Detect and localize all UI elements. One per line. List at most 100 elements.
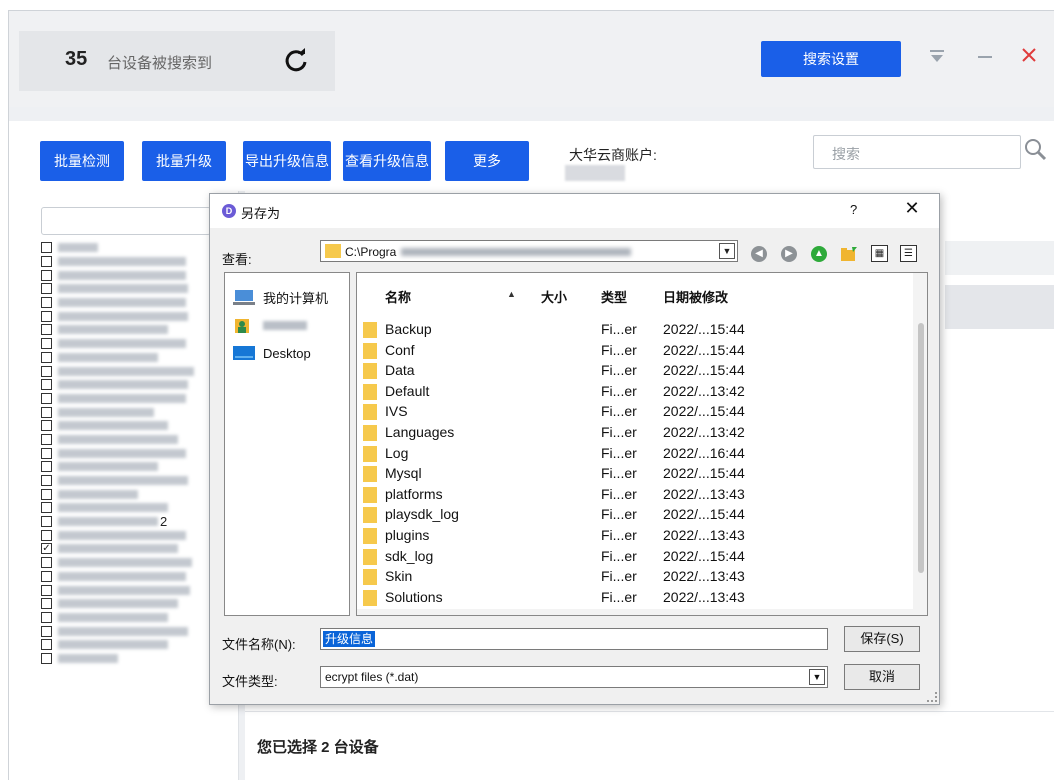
up-folder-icon[interactable]: ▲ bbox=[811, 246, 827, 262]
file-row[interactable]: Mysql Fi...er 2022/...15:44 bbox=[357, 463, 917, 484]
device-row[interactable] bbox=[41, 487, 231, 501]
device-row[interactable] bbox=[41, 337, 231, 351]
file-row[interactable]: Log Fi...er 2022/...16:44 bbox=[357, 443, 917, 464]
device-row[interactable] bbox=[41, 570, 231, 584]
device-row[interactable] bbox=[41, 460, 231, 474]
chevron-down-icon[interactable]: ▼ bbox=[719, 243, 735, 259]
resize-grip-icon[interactable] bbox=[927, 692, 937, 702]
detail-view-icon[interactable]: ☰ bbox=[900, 245, 917, 262]
device-checkbox[interactable] bbox=[41, 406, 52, 418]
device-checkbox[interactable] bbox=[41, 283, 52, 295]
search-icon[interactable] bbox=[1023, 137, 1047, 161]
device-checkbox[interactable] bbox=[41, 351, 52, 363]
device-row[interactable] bbox=[41, 474, 231, 488]
list-view-icon[interactable]: ▦ bbox=[871, 245, 888, 262]
device-checkbox[interactable] bbox=[41, 598, 52, 610]
device-checkbox[interactable] bbox=[41, 475, 52, 487]
device-checkbox[interactable] bbox=[41, 310, 52, 322]
device-checkbox[interactable] bbox=[41, 639, 52, 651]
file-row[interactable]: Backup Fi...er 2022/...15:44 bbox=[357, 319, 917, 340]
back-icon[interactable]: ◀ bbox=[751, 246, 767, 262]
new-folder-icon[interactable] bbox=[840, 246, 857, 262]
cancel-button[interactable]: 取消 bbox=[844, 664, 920, 690]
device-checkbox[interactable] bbox=[41, 529, 52, 541]
device-checkbox[interactable] bbox=[41, 461, 52, 473]
device-row[interactable]: ✓ bbox=[41, 542, 231, 556]
place-desktop[interactable]: Desktop bbox=[233, 341, 311, 365]
place-user[interactable] bbox=[233, 313, 307, 337]
device-row[interactable] bbox=[41, 652, 231, 666]
forward-icon[interactable]: ▶ bbox=[781, 246, 797, 262]
device-checkbox[interactable] bbox=[41, 365, 52, 377]
device-checkbox[interactable] bbox=[41, 256, 52, 268]
device-row[interactable] bbox=[41, 241, 231, 255]
device-row[interactable] bbox=[41, 419, 231, 433]
device-checkbox[interactable] bbox=[41, 557, 52, 569]
device-row[interactable] bbox=[41, 309, 231, 323]
view-upgrade-info-button[interactable]: 查看升级信息 bbox=[343, 141, 431, 181]
file-row[interactable]: playsdk_log Fi...er 2022/...15:44 bbox=[357, 504, 917, 525]
device-checkbox[interactable] bbox=[41, 324, 52, 336]
dropdown-menu-icon[interactable] bbox=[923, 43, 951, 71]
save-button[interactable]: 保存(S) bbox=[844, 626, 920, 652]
device-row[interactable] bbox=[41, 282, 231, 296]
device-row[interactable] bbox=[41, 611, 231, 625]
device-checkbox[interactable]: ✓ bbox=[41, 543, 52, 555]
device-row[interactable] bbox=[41, 392, 231, 406]
device-row[interactable] bbox=[41, 597, 231, 611]
selected-row-strip[interactable] bbox=[945, 285, 1054, 329]
device-row[interactable] bbox=[41, 351, 231, 365]
device-row[interactable] bbox=[41, 583, 231, 597]
column-header-size[interactable]: 大小 bbox=[541, 287, 567, 306]
device-checkbox[interactable] bbox=[41, 420, 52, 432]
device-row[interactable] bbox=[41, 433, 231, 447]
file-row[interactable]: Data Fi...er 2022/...15:44 bbox=[357, 360, 917, 381]
device-checkbox[interactable] bbox=[41, 652, 52, 664]
device-checkbox[interactable] bbox=[41, 488, 52, 500]
device-checkbox[interactable] bbox=[41, 242, 52, 254]
device-checkbox[interactable] bbox=[41, 611, 52, 623]
device-checkbox[interactable] bbox=[41, 297, 52, 309]
device-row[interactable] bbox=[41, 378, 231, 392]
refresh-icon[interactable] bbox=[281, 45, 311, 75]
device-row[interactable] bbox=[41, 268, 231, 282]
filetype-select[interactable]: ecrypt files (*.dat) ▼ bbox=[320, 666, 828, 688]
device-row[interactable] bbox=[41, 638, 231, 652]
export-upgrade-info-button[interactable]: 导出升级信息 bbox=[243, 141, 331, 181]
file-row[interactable]: Conf Fi...er 2022/...15:44 bbox=[357, 340, 917, 361]
file-row[interactable]: IVS Fi...er 2022/...15:44 bbox=[357, 401, 917, 422]
device-checkbox[interactable] bbox=[41, 447, 52, 459]
device-row[interactable] bbox=[41, 528, 231, 542]
device-row[interactable] bbox=[41, 323, 231, 337]
file-row[interactable]: sdk_log Fi...er 2022/...15:44 bbox=[357, 546, 917, 567]
file-row[interactable]: Skin Fi...er 2022/...13:43 bbox=[357, 566, 917, 587]
device-row[interactable] bbox=[41, 556, 231, 570]
minimize-icon[interactable] bbox=[971, 43, 999, 71]
scrollbar-thumb[interactable] bbox=[918, 323, 924, 573]
file-row[interactable]: Default Fi...er 2022/...13:42 bbox=[357, 381, 917, 402]
close-icon[interactable] bbox=[1015, 43, 1043, 71]
column-header-type[interactable]: 类型 bbox=[601, 287, 627, 306]
device-row[interactable]: 2 bbox=[41, 514, 231, 529]
look-in-select[interactable]: C:\Progra ▼ bbox=[320, 240, 738, 262]
device-row[interactable] bbox=[41, 624, 231, 638]
device-filter-input[interactable] bbox=[41, 207, 211, 235]
vertical-scrollbar[interactable] bbox=[913, 273, 927, 615]
device-row[interactable] bbox=[41, 364, 231, 378]
device-row[interactable] bbox=[41, 446, 231, 460]
file-row[interactable]: platforms Fi...er 2022/...13:43 bbox=[357, 484, 917, 505]
device-row[interactable] bbox=[41, 501, 231, 515]
column-header-name[interactable]: 名称 bbox=[385, 287, 411, 306]
device-row[interactable] bbox=[41, 405, 231, 419]
place-my-computer[interactable]: 我的计算机 bbox=[233, 285, 328, 309]
file-row[interactable]: plugins Fi...er 2022/...13:43 bbox=[357, 525, 917, 546]
batch-upgrade-button[interactable]: 批量升级 bbox=[142, 141, 226, 181]
device-checkbox[interactable] bbox=[41, 625, 52, 637]
column-header-modified[interactable]: 日期被修改 bbox=[663, 287, 728, 306]
more-button[interactable]: 更多 bbox=[445, 141, 529, 181]
help-button[interactable]: ? bbox=[850, 202, 857, 217]
file-row[interactable]: Languages Fi...er 2022/...13:42 bbox=[357, 422, 917, 443]
device-checkbox[interactable] bbox=[41, 433, 52, 445]
search-input[interactable]: 搜索 bbox=[813, 135, 1021, 169]
device-checkbox[interactable] bbox=[41, 379, 52, 391]
